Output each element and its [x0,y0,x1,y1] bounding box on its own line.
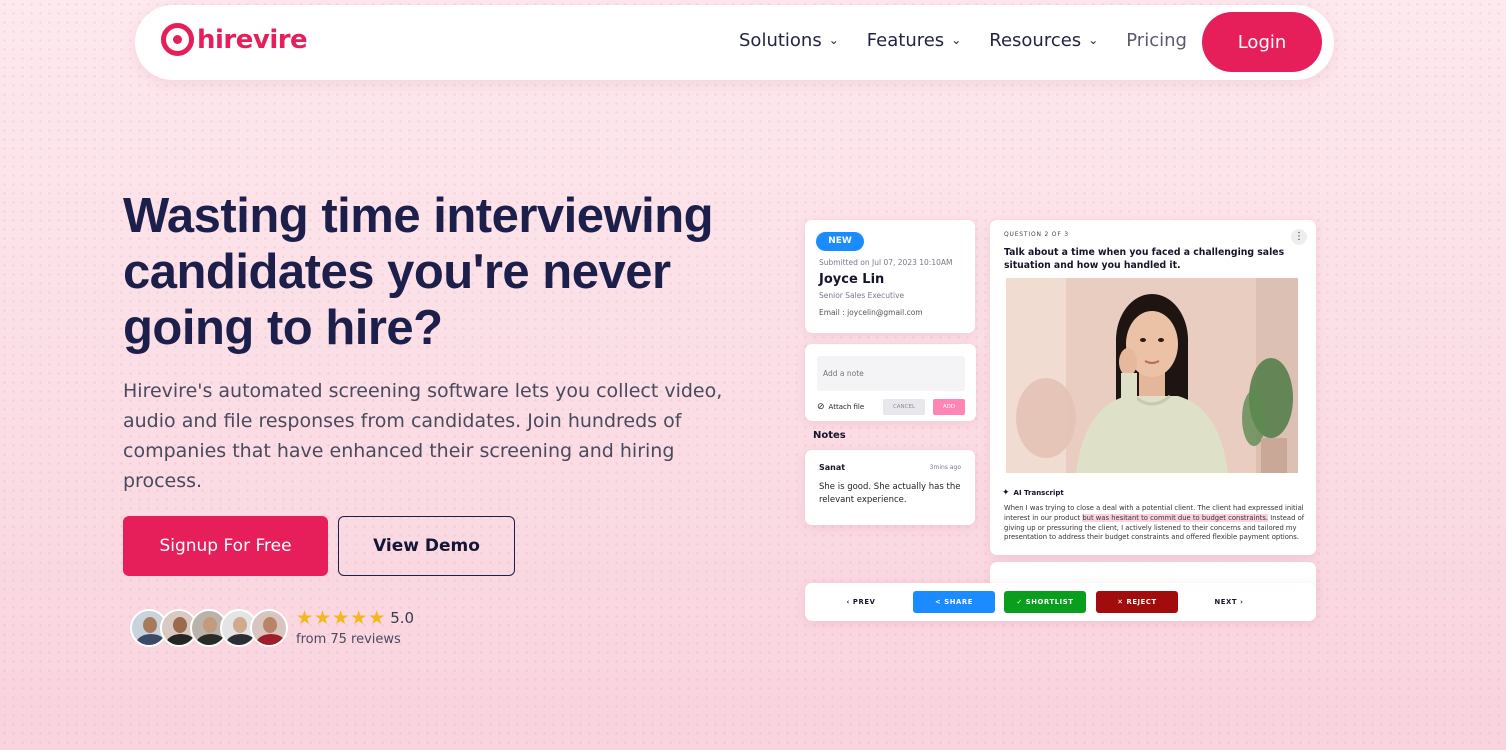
new-badge: NEW [816,232,864,251]
signup-button[interactable]: Signup For Free [123,516,328,576]
logo-mark-icon [161,23,194,56]
question-text: Talk about a time when you faced a chall… [1004,247,1285,271]
question-response-card: QUESTION 2 OF 3 ⋮ Talk about a time when… [990,220,1316,555]
magic-wand-icon: ✦ [1002,488,1010,498]
star-icon: ★ [296,607,314,629]
candidate-name: Joyce Lin [819,272,885,287]
note-text: She is good. She actually has the releva… [819,482,961,505]
logo-text: hirevire [197,24,308,55]
reviewer-avatars [130,608,288,647]
chevron-down-icon: ⌄ [828,32,839,47]
chevron-down-icon: ⌄ [951,32,962,47]
review-count: from 75 reviews [296,632,401,647]
notes-heading: Notes [813,430,846,441]
rating-value: 5.0 [390,609,415,627]
nav-label: Pricing [1126,30,1187,51]
share-button[interactable]: < SHARE [913,591,995,613]
rating-row: ★ ★ ★ ★ ★ 5.0 [296,608,414,628]
attach-file-link[interactable]: ⊘ Attach file [817,402,864,412]
avatar [250,608,288,647]
nav-links: Solutions ⌄ Features ⌄ Resources ⌄ Prici… [739,30,1187,51]
nav-item-pricing[interactable]: Pricing [1126,30,1187,51]
prev-button[interactable]: ‹ PREV [841,591,881,613]
paperclip-icon: ⊘ [817,402,825,412]
reject-button[interactable]: ✕ REJECT [1096,591,1178,613]
candidate-role: Senior Sales Executive [819,291,905,300]
add-note-card: ⊘ Attach file CANCEL ADD [805,344,976,421]
video-frame [1006,278,1298,473]
candidate-email: Email : joycelin@gmail.com [819,308,923,317]
question-counter: QUESTION 2 OF 3 [1004,231,1069,238]
chevron-down-icon: ⌄ [1088,32,1099,47]
star-icon: ★ [368,607,386,629]
attach-file-label: Attach file [828,403,865,411]
nav-item-resources[interactable]: Resources ⌄ [989,30,1098,51]
note-entry-card: Sanat 3mins ago She is good. She actuall… [805,450,975,525]
hero-headline: Wasting time interviewing candidates you… [123,189,714,355]
nav-item-features[interactable]: Features ⌄ [867,30,961,51]
ai-transcript-title: AI Transcript [1013,489,1064,497]
next-button[interactable]: NEXT › [1209,591,1249,613]
candidate-video[interactable] [1006,278,1298,473]
note-time: 3mins ago [929,464,961,471]
hirevire-logo[interactable]: hirevire [161,23,308,56]
nav-label: Solutions [739,30,822,51]
shortlist-button[interactable]: ✓ SHORTLIST [1004,591,1086,613]
top-navbar: hirevire Solutions ⌄ Features ⌄ Resource… [135,5,1334,80]
hero-subtext: Hirevire's automated screening software … [123,380,723,492]
transcript-highlight: but was hesitant to commit due to budget… [1082,513,1269,522]
response-action-bar: ‹ PREV < SHARE ✓ SHORTLIST ✕ REJECT NEXT… [805,583,1316,621]
ai-transcript-label: ✦ AI Transcript [1002,488,1064,498]
candidate-profile-card: NEW Submitted on Jul 07, 2023 10:10AM Jo… [805,220,975,333]
reviews-summary: ★ ★ ★ ★ ★ 5.0 from 75 reviews [130,608,414,647]
add-note-button[interactable]: ADD [933,399,965,415]
login-button[interactable]: Login [1202,12,1322,72]
nav-item-solutions[interactable]: Solutions ⌄ [739,30,839,51]
star-icon: ★ [314,607,332,629]
rating: ★ ★ ★ ★ ★ 5.0 from 75 reviews [296,608,414,647]
star-icon: ★ [350,607,368,629]
nav-label: Resources [989,30,1082,51]
cancel-note-button[interactable]: CANCEL [883,399,925,415]
view-demo-button[interactable]: View Demo [338,516,515,576]
nav-label: Features [866,30,945,51]
submitted-date: Submitted on Jul 07, 2023 10:10AM [819,258,953,267]
ai-transcript-text: When I was trying to close a deal with a… [1004,504,1306,543]
more-vertical-icon[interactable]: ⋮ [1291,229,1307,245]
add-note-input[interactable] [817,356,965,391]
star-icon: ★ [332,607,350,629]
note-author: Sanat [819,463,846,472]
